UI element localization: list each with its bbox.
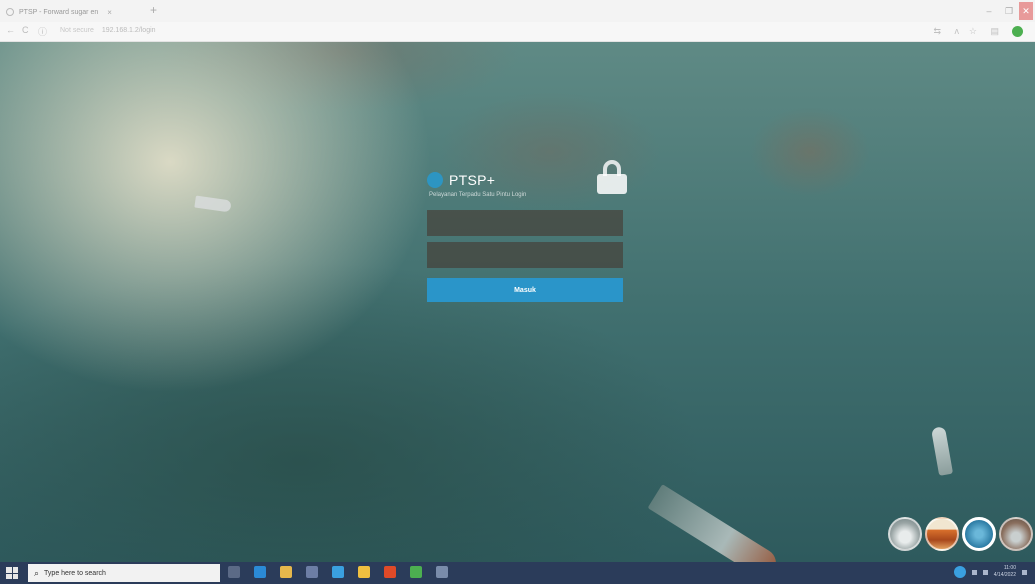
tab-title: PTSP - Forward sugar en — [19, 8, 99, 16]
minimize-button[interactable]: – — [979, 2, 999, 20]
task-view-icon[interactable] — [228, 566, 240, 578]
clock-date: 4/14/2022 — [993, 572, 1016, 578]
tab-close-icon[interactable]: × — [107, 8, 112, 17]
taskbar: ⌕ Type here to search 11:00 4/14/2022 — [0, 562, 1035, 584]
brand: PTSP+ — [427, 172, 623, 188]
store-icon[interactable] — [306, 566, 318, 578]
theme-option[interactable] — [888, 517, 922, 551]
volume-icon[interactable] — [982, 569, 988, 575]
search-placeholder: Type here to search — [44, 569, 106, 577]
url-field[interactable]: Not secure 192.168.1.2/login — [60, 27, 156, 34]
reading-list-icon[interactable]: ▤ — [990, 26, 999, 37]
browser-tab-bar: PTSP - Forward sugar en × + – ❐ ✕ — [0, 0, 1035, 22]
url-path: /login — [138, 27, 156, 34]
file-explorer-icon[interactable] — [280, 566, 292, 578]
chrome-icon[interactable] — [410, 566, 422, 578]
theme-option[interactable] — [999, 517, 1033, 551]
office-icon[interactable] — [384, 566, 396, 578]
password-input[interactable] — [427, 242, 623, 268]
start-button[interactable] — [6, 567, 18, 579]
edge-icon[interactable] — [254, 566, 266, 578]
theme-picker — [888, 517, 1033, 551]
clock-time: 11:00 — [1003, 565, 1016, 571]
login-subtitle: Pelayanan Terpadu Satu Pintu Login — [429, 192, 527, 198]
favicon-icon — [6, 8, 14, 16]
bookmark-star-icon[interactable]: ☆ — [969, 26, 977, 37]
profile-avatar[interactable] — [1012, 26, 1023, 37]
address-bar: ← C ⓘ Not secure 192.168.1.2/login ⇆ ʌ ☆… — [0, 22, 1035, 42]
taskbar-search[interactable]: ⌕ Type here to search — [28, 564, 220, 582]
background-boat — [647, 484, 782, 562]
app-icon[interactable] — [436, 566, 448, 578]
tray-icon[interactable] — [971, 569, 977, 575]
translate-icon[interactable]: ⇆ — [933, 26, 941, 37]
search-icon: ⌕ — [34, 567, 40, 578]
site-info-icon[interactable]: ⓘ — [38, 25, 47, 38]
clock[interactable]: 11:00 4/14/2022 — [994, 565, 1016, 579]
security-label: Not secure — [60, 27, 94, 34]
maximize-button[interactable]: ❐ — [999, 2, 1019, 20]
brand-name: PTSP+ — [449, 172, 496, 188]
mail-icon[interactable] — [332, 566, 344, 578]
background-boat — [930, 426, 954, 476]
lock-icon — [597, 160, 627, 196]
login-page: PTSP+ Pelayanan Terpadu Satu Pintu Login… — [0, 42, 1035, 562]
theme-option[interactable] — [925, 517, 959, 551]
background-boat — [194, 195, 232, 213]
photos-icon[interactable] — [358, 566, 370, 578]
extension-icon[interactable]: ʌ — [955, 26, 960, 36]
reload-button[interactable]: C — [22, 25, 29, 35]
network-icon[interactable] — [953, 566, 966, 578]
browser-tab[interactable]: PTSP - Forward sugar en × — [6, 4, 156, 20]
new-tab-button[interactable]: + — [150, 3, 157, 17]
back-button[interactable]: ← — [6, 25, 15, 35]
logo-icon — [427, 172, 443, 188]
notifications-icon[interactable] — [1022, 569, 1027, 575]
theme-option-selected[interactable] — [962, 517, 996, 551]
system-tray: 11:00 4/14/2022 — [953, 565, 1027, 579]
taskbar-apps — [228, 566, 448, 578]
login-button[interactable]: Masuk — [427, 278, 623, 302]
close-button[interactable]: ✕ — [1019, 2, 1033, 20]
window-controls: – ❐ ✕ — [979, 2, 1035, 20]
login-panel: PTSP+ Pelayanan Terpadu Satu Pintu Login… — [427, 160, 627, 302]
url-host: 192.168.1.2 — [101, 27, 139, 34]
username-input[interactable] — [427, 210, 623, 236]
